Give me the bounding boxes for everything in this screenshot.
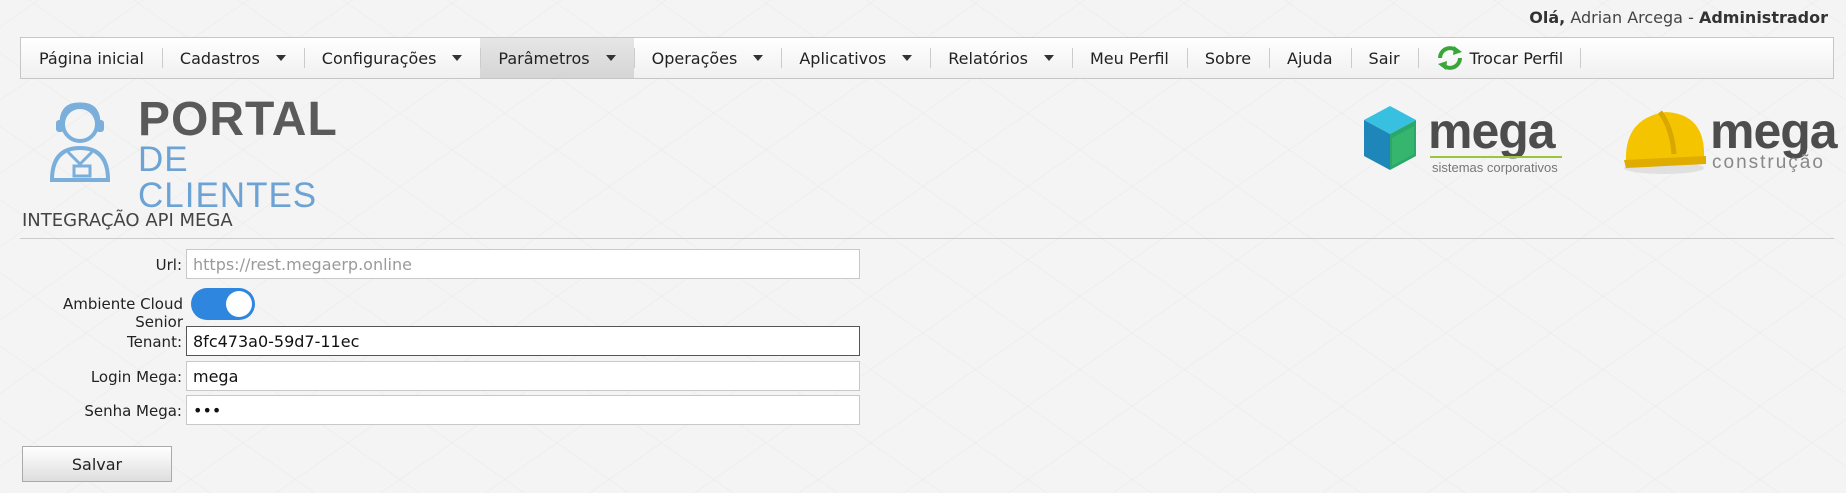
greeting-separator: - (1688, 8, 1694, 27)
nav-parametros[interactable]: Parâmetros (480, 38, 634, 78)
mega-construcao-logo: mega construção (1620, 102, 1838, 182)
nav-label: Operações (651, 48, 738, 68)
chevron-down-icon (275, 55, 286, 61)
nav-ajuda[interactable]: Ajuda (1269, 38, 1351, 78)
mega-underline (1430, 156, 1562, 158)
cloud-senior-toggle[interactable] (191, 288, 255, 320)
nav-trocar-perfil[interactable]: Trocar Perfil (1417, 38, 1582, 78)
nav-sair[interactable]: Sair (1350, 38, 1418, 78)
nav-label: Trocar Perfil (1469, 48, 1564, 68)
mega-word: mega (1428, 103, 1556, 159)
nav-relatorios[interactable]: Relatórios (930, 38, 1072, 78)
mega-sistemas-logo: mega sistemas corporativos (1362, 102, 1572, 182)
mega-tagline: construção (1712, 152, 1825, 173)
portal-title: PORTAL (138, 93, 338, 146)
chevron-down-icon (1043, 55, 1054, 61)
section-divider (20, 238, 1834, 239)
portal-clientes-logo: PORTAL DE CLIENTES (38, 93, 358, 214)
url-label: Url: (155, 256, 182, 274)
nav-label: Configurações (321, 48, 437, 68)
section-title: INTEGRAÇÃO API MEGA (22, 210, 233, 231)
chevron-down-icon (753, 55, 764, 61)
url-input[interactable] (186, 249, 860, 279)
save-button[interactable]: Salvar (22, 446, 172, 482)
chevron-down-icon (605, 55, 616, 61)
portal-subtitle: DE CLIENTES (138, 140, 318, 215)
mega-cube-icon (1362, 104, 1418, 178)
user-greeting: Olá, Adrian Arcega - Administrador (1529, 8, 1828, 27)
tenant-label: Tenant: (127, 333, 182, 351)
nav-sobre[interactable]: Sobre (1186, 38, 1269, 78)
nav-label: Ajuda (1287, 48, 1333, 68)
nav-label: Parâmetros (498, 48, 590, 68)
nav-label: Meu Perfil (1089, 48, 1169, 68)
chevron-down-icon (902, 55, 913, 61)
senha-mega-label: Senha Mega: (84, 402, 182, 420)
nav-label: Cadastros (179, 48, 260, 68)
mega-word: mega (1710, 103, 1838, 159)
tenant-input[interactable] (186, 326, 860, 356)
helmet-icon (1620, 106, 1712, 182)
refresh-icon (1436, 45, 1464, 71)
user-role: Administrador (1698, 8, 1828, 27)
nav-label: Sobre (1204, 48, 1252, 68)
user-name: Adrian Arcega (1570, 8, 1683, 27)
nav-label: Página inicial (39, 48, 144, 68)
senha-mega-input[interactable] (186, 395, 860, 425)
nav-meu-perfil[interactable]: Meu Perfil (1071, 38, 1187, 78)
main-navbar: Página inicial Cadastros Configurações P… (20, 37, 1834, 79)
nav-label: Relatórios (948, 48, 1028, 68)
user-support-icon (38, 102, 122, 186)
mega-tagline: sistemas corporativos (1432, 160, 1558, 175)
cloud-senior-label: Ambiente Cloud Senior (62, 295, 183, 331)
chevron-down-icon (452, 55, 463, 61)
nav-pagina-inicial[interactable]: Página inicial (21, 38, 162, 78)
greeting-prefix: Olá, (1529, 8, 1566, 27)
nav-label: Sair (1368, 48, 1400, 68)
login-mega-input[interactable] (186, 361, 860, 391)
login-mega-label: Login Mega: (90, 368, 182, 386)
nav-operacoes[interactable]: Operações (633, 38, 782, 78)
nav-configuracoes[interactable]: Configurações (303, 38, 481, 78)
nav-cadastros[interactable]: Cadastros (161, 38, 304, 78)
nav-aplicativos[interactable]: Aplicativos (781, 38, 930, 78)
nav-label: Aplicativos (799, 48, 887, 68)
toggle-knob (226, 291, 252, 317)
